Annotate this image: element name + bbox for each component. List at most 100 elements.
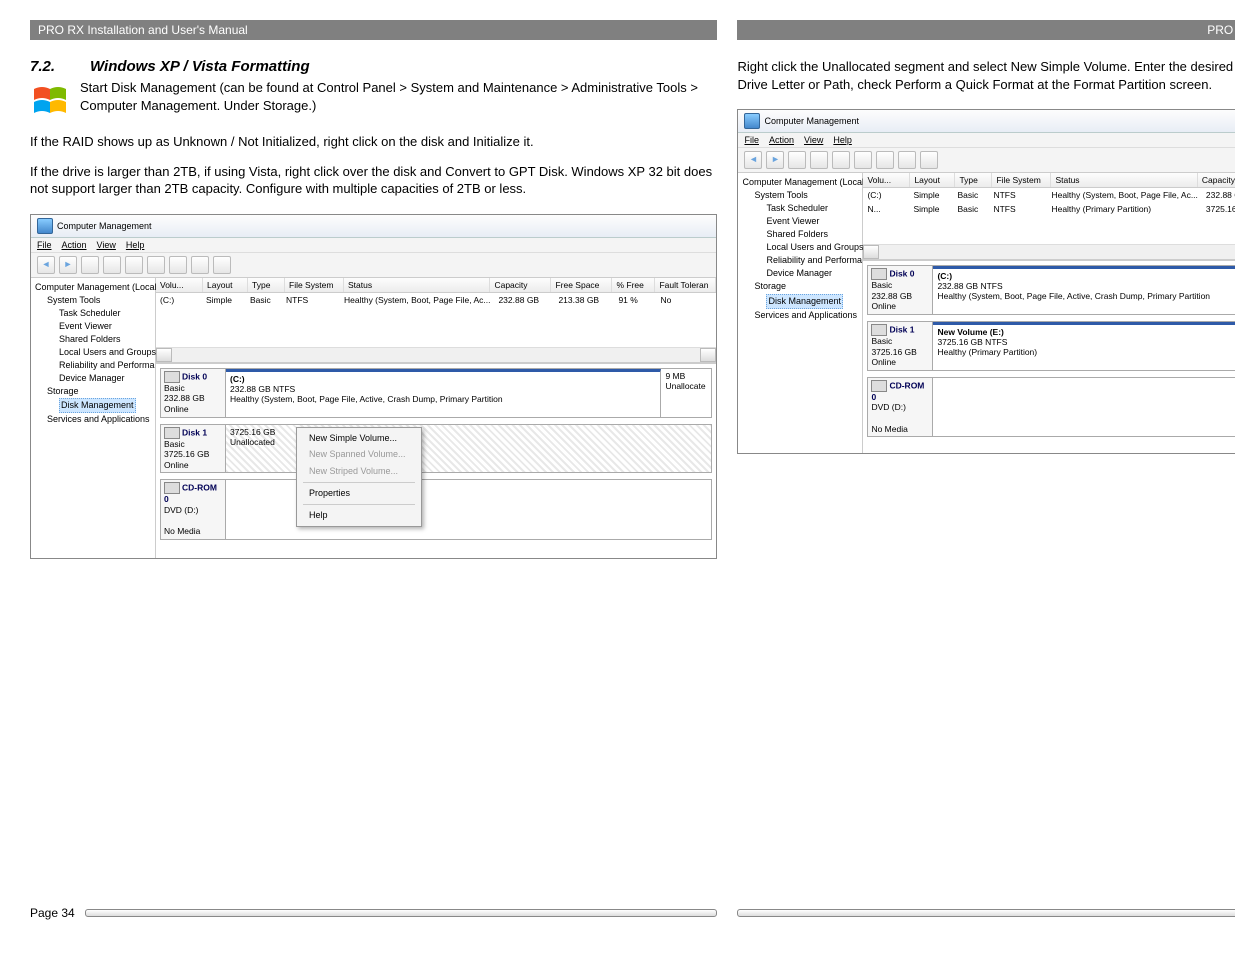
tree-disk-management[interactable]: Disk Management	[33, 398, 153, 413]
col-capacity[interactable]: Capacity	[490, 278, 551, 292]
tree-local-users[interactable]: Local Users and Groups	[740, 241, 860, 254]
disk-management-screenshot-1: Computer Management FileActionViewHelp C…	[30, 214, 717, 559]
tree-event-viewer[interactable]: Event Viewer	[33, 320, 153, 333]
disk-icon	[871, 324, 887, 336]
disk-1-row[interactable]: Disk 1Basic3725.16 GBOnline New Volume (…	[867, 321, 1235, 371]
volume-table[interactable]: Volu... Layout Type File System Status C…	[156, 278, 716, 363]
ctx-new-striped-volume: New Striped Volume...	[299, 463, 419, 480]
toolbar-button[interactable]	[876, 151, 894, 169]
toolbar-button[interactable]	[832, 151, 850, 169]
toolbar-button[interactable]	[898, 151, 916, 169]
nav-tree[interactable]: Computer Management (Local System Tools …	[31, 278, 156, 558]
tree-storage[interactable]: Storage	[740, 280, 860, 293]
col-type[interactable]: Type	[955, 173, 992, 187]
tree-shared-folders[interactable]: Shared Folders	[740, 228, 860, 241]
volume-table[interactable]: Volu... Layout Type File System Status C…	[863, 173, 1235, 260]
ctx-new-simple-volume[interactable]: New Simple Volume...	[299, 430, 419, 447]
tree-root[interactable]: Computer Management (Local	[33, 281, 153, 294]
menu-file[interactable]: File	[37, 240, 52, 250]
section-title: 7.2.Windows XP / Vista Formatting	[30, 58, 717, 75]
col-filesystem[interactable]: File System	[992, 173, 1051, 187]
col-status[interactable]: Status	[1051, 173, 1197, 187]
h-scrollbar[interactable]	[156, 347, 716, 362]
menubar[interactable]: File Action View Help	[738, 133, 1235, 148]
menu-view[interactable]: View	[97, 240, 116, 250]
disk-0-row[interactable]: Disk 0Basic232.88 GBOnline (C:)232.88 GB…	[867, 265, 1235, 315]
tree-task-scheduler[interactable]: Task Scheduler	[33, 307, 153, 320]
disk-icon	[164, 427, 180, 439]
back-button[interactable]	[37, 256, 55, 274]
nav-tree[interactable]: Computer Management (Local System Tools …	[738, 173, 863, 453]
menubar[interactable]: File Action View Help	[31, 238, 716, 253]
app-icon	[37, 218, 53, 234]
table-row[interactable]: N...SimpleBasicNTFSHealthy (Primary Part…	[863, 202, 1235, 216]
col-type[interactable]: Type	[248, 278, 285, 292]
window-titlebar: Computer Management	[738, 110, 1235, 133]
toolbar-button[interactable]	[147, 256, 165, 274]
forward-button[interactable]	[59, 256, 77, 274]
tree-disk-management[interactable]: Disk Management	[740, 294, 860, 309]
cdrom-row[interactable]: CD-ROM 0DVD (D:)No Media	[867, 377, 1235, 438]
cdrom-row[interactable]: CD-ROM 0DVD (D:)No Media	[160, 479, 712, 540]
partition-c[interactable]: (C:)232.88 GB NTFSHealthy (System, Boot,…	[933, 266, 1235, 314]
menu-help[interactable]: Help	[833, 135, 852, 145]
tree-shared-folders[interactable]: Shared Folders	[33, 333, 153, 346]
toolbar-button[interactable]	[169, 256, 187, 274]
menu-action[interactable]: Action	[769, 135, 794, 145]
tree-storage[interactable]: Storage	[33, 385, 153, 398]
partition-unallocated-large[interactable]: 3725.16 GBUnallocated New Simple Volume.…	[226, 425, 711, 473]
table-row[interactable]: (C:)SimpleBasicNTFSHealthy (System, Boot…	[156, 293, 716, 307]
forward-button[interactable]	[766, 151, 784, 169]
disk-1-row[interactable]: Disk 1Basic3725.16 GBOnline 3725.16 GBUn…	[160, 424, 712, 474]
tree-task-scheduler[interactable]: Task Scheduler	[740, 202, 860, 215]
ctx-properties[interactable]: Properties	[299, 485, 419, 502]
tree-reliability[interactable]: Reliability and Performa	[33, 359, 153, 372]
col-layout[interactable]: Layout	[910, 173, 955, 187]
col-capacity[interactable]: Capacity	[1198, 173, 1235, 187]
tree-services[interactable]: Services and Applications	[740, 309, 860, 322]
disk-0-row[interactable]: Disk 0Basic232.88 GBOnline (C:)232.88 GB…	[160, 368, 712, 418]
partition-c[interactable]: (C:)232.88 GB NTFSHealthy (System, Boot,…	[226, 369, 661, 417]
tree-reliability[interactable]: Reliability and Performa	[740, 254, 860, 267]
context-menu[interactable]: New Simple Volume... New Spanned Volume.…	[296, 427, 422, 527]
col-pct[interactable]: % Free	[612, 278, 655, 292]
toolbar-button[interactable]	[810, 151, 828, 169]
ctx-help[interactable]: Help	[299, 507, 419, 524]
cdrom-icon	[871, 380, 887, 392]
menu-action[interactable]: Action	[62, 240, 87, 250]
col-layout[interactable]: Layout	[203, 278, 248, 292]
tree-root[interactable]: Computer Management (Local	[740, 176, 860, 189]
toolbar-button[interactable]	[854, 151, 872, 169]
col-status[interactable]: Status	[344, 278, 490, 292]
partition-unallocated-small[interactable]: 9 MBUnallocate	[661, 369, 711, 417]
table-row[interactable]: (C:)SimpleBasicNTFSHealthy (System, Boot…	[863, 188, 1235, 202]
h-scrollbar[interactable]	[863, 244, 1235, 259]
toolbar-button[interactable]	[191, 256, 209, 274]
col-fault[interactable]: Fault Toleran	[655, 278, 716, 292]
toolbar-button[interactable]	[103, 256, 121, 274]
ctx-new-spanned-volume: New Spanned Volume...	[299, 446, 419, 463]
toolbar-button[interactable]	[125, 256, 143, 274]
tree-system-tools[interactable]: System Tools	[740, 189, 860, 202]
toolbar-button[interactable]	[920, 151, 938, 169]
menu-file[interactable]: File	[744, 135, 759, 145]
tree-device-manager[interactable]: Device Manager	[740, 267, 860, 280]
toolbar-button[interactable]	[81, 256, 99, 274]
tree-device-manager[interactable]: Device Manager	[33, 372, 153, 385]
col-volume[interactable]: Volu...	[863, 173, 910, 187]
col-filesystem[interactable]: File System	[285, 278, 344, 292]
col-volume[interactable]: Volu...	[156, 278, 203, 292]
back-button[interactable]	[744, 151, 762, 169]
tree-system-tools[interactable]: System Tools	[33, 294, 153, 307]
disk-panel: Disk 0Basic232.88 GBOnline (C:)232.88 GB…	[863, 260, 1235, 447]
tree-services[interactable]: Services and Applications	[33, 413, 153, 426]
toolbar-button[interactable]	[213, 256, 231, 274]
toolbar-button[interactable]	[788, 151, 806, 169]
tree-event-viewer[interactable]: Event Viewer	[740, 215, 860, 228]
footer-bar	[737, 909, 1235, 917]
tree-local-users[interactable]: Local Users and Groups	[33, 346, 153, 359]
col-free[interactable]: Free Space	[551, 278, 612, 292]
menu-help[interactable]: Help	[126, 240, 145, 250]
partition-e[interactable]: New Volume (E:)3725.16 GB NTFSHealthy (P…	[933, 322, 1235, 370]
menu-view[interactable]: View	[804, 135, 823, 145]
